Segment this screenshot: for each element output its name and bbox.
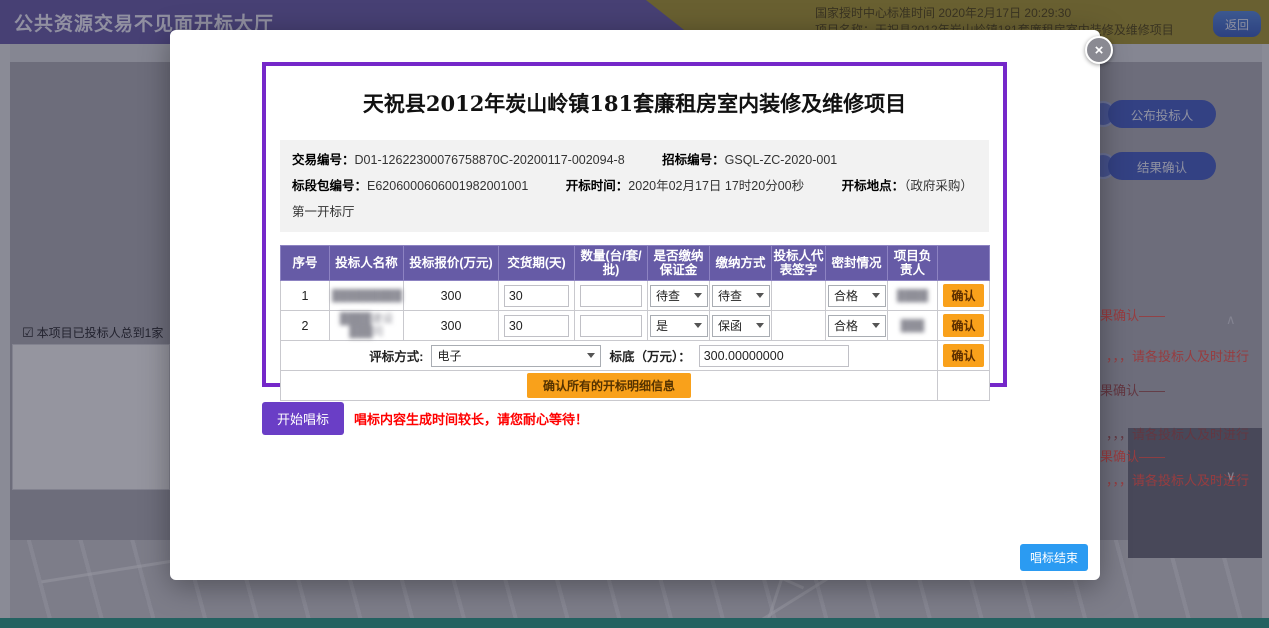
pay-method-cell: 待查: [710, 281, 772, 311]
package-no-value: E6206000606001982001001: [367, 179, 528, 193]
col-header-deposit: 是否缴纳保证金: [648, 246, 710, 281]
open-time-value: 2020年02月17日 17时20分00秒: [628, 179, 804, 193]
col-header-rep-sign: 投标人代表签字: [772, 246, 826, 281]
action-cell: 确认: [938, 281, 990, 311]
bidder-name-cell: █████████: [330, 281, 404, 311]
col-header-price: 投标报价(万元): [404, 246, 499, 281]
confirm-all-cell: 确认所有的开标明细信息: [281, 371, 938, 401]
rep-sign-cell: [772, 311, 826, 341]
open-place-label: 开标地点：: [842, 179, 905, 193]
redacted-manager-name: ███: [901, 320, 924, 333]
table-header-row: 序号 投标人名称 投标报价(万元) 交货期(天) 数量(台/套/批) 是否缴纳保…: [281, 246, 990, 281]
action-cell: [938, 371, 990, 401]
end-announce-button[interactable]: 唱标结束: [1020, 544, 1088, 571]
seal-cell: 合格: [826, 311, 888, 341]
col-header-action: [938, 246, 990, 281]
info-row: 标段包编号：E6206000606001982001001 开标时间：2020年…: [292, 173, 977, 225]
deposit-cell: 是: [648, 311, 710, 341]
eval-method-row: 评标方式: 电子 标底（万元）： 确认: [281, 341, 990, 371]
deposit-cell: 待查: [648, 281, 710, 311]
delivery-cell: [499, 311, 575, 341]
pay-method-select[interactable]: 保函: [712, 315, 770, 337]
deposit-select[interactable]: 是: [650, 315, 708, 337]
tender-no-value: GSQL-ZC-2020-001: [725, 153, 838, 167]
redacted-bidder-name: █████████: [332, 290, 402, 303]
col-header-seq: 序号: [281, 246, 330, 281]
close-icon[interactable]: ×: [1085, 36, 1113, 64]
tender-no-label: 招标编号：: [662, 153, 725, 167]
col-header-seal: 密封情况: [826, 246, 888, 281]
trade-no-value: D01-12622300076758870C-20200117-002094-8: [355, 153, 625, 167]
trade-no-label: 交易编号：: [292, 153, 355, 167]
pay-method-cell: 保函: [710, 311, 772, 341]
row-confirm-button[interactable]: 确认: [943, 314, 983, 337]
base-price-input[interactable]: [699, 345, 849, 367]
quantity-input[interactable]: [580, 285, 643, 307]
open-time-label: 开标时间：: [566, 179, 629, 193]
project-info-box: 交易编号：D01-12622300076758870C-20200117-002…: [280, 140, 989, 232]
col-header-bidder: 投标人名称: [330, 246, 404, 281]
action-cell: 确认: [938, 341, 990, 371]
package-no-label: 标段包编号：: [292, 179, 367, 193]
wait-notice-text: 唱标内容生成时间较长，请您耐心等待！: [354, 409, 588, 428]
chevron-down-icon: [872, 323, 880, 328]
bid-table: 序号 投标人名称 投标报价(万元) 交货期(天) 数量(台/套/批) 是否缴纳保…: [280, 245, 990, 401]
seal-select[interactable]: 合格: [828, 315, 886, 337]
confirm-all-row: 确认所有的开标明细信息: [281, 371, 990, 401]
manager-cell: ███: [888, 311, 938, 341]
seal-cell: 合格: [826, 281, 888, 311]
row-confirm-button[interactable]: 确认: [943, 284, 983, 307]
eval-method-label: 评标方式:: [369, 346, 423, 365]
manager-cell: ████: [888, 281, 938, 311]
confirm-all-button[interactable]: 确认所有的开标明细信息: [527, 373, 691, 398]
redacted-manager-name: ████: [897, 290, 928, 303]
bid-opening-hall-page: 公共资源交易不见面开标大厅 国家授时中心标准时间 2020年2月17日 20:2…: [0, 0, 1269, 628]
deposit-select[interactable]: 待查: [650, 285, 708, 307]
chevron-down-icon: [872, 293, 880, 298]
seq-cell: 1: [281, 281, 330, 311]
table-row: 2 ████建设███司 300 是 保函 合格 ███ 确认: [281, 311, 990, 341]
info-row: 交易编号：D01-12622300076758870C-20200117-002…: [292, 147, 977, 173]
delivery-input[interactable]: [504, 315, 569, 337]
bid-detail-box: 天祝县2012年炭山岭镇181套廉租房室内装修及维修项目 交易编号：D01-12…: [262, 62, 1007, 387]
quantity-input[interactable]: [580, 315, 643, 337]
seal-select[interactable]: 合格: [828, 285, 886, 307]
action-cell: 确认: [938, 311, 990, 341]
price-cell: 300: [404, 311, 499, 341]
redacted-bidder-name: ████建设███司: [332, 313, 401, 339]
modal-title: 天祝县2012年炭山岭镇181套廉租房室内装修及维修项目: [280, 88, 989, 118]
chevron-down-icon: [694, 293, 702, 298]
start-announce-row: 开始唱标 唱标内容生成时间较长，请您耐心等待！: [262, 402, 588, 435]
pay-method-select[interactable]: 待查: [712, 285, 770, 307]
footer-confirm-button[interactable]: 确认: [943, 344, 983, 367]
chevron-down-icon: [694, 323, 702, 328]
col-header-pay-method: 缴纳方式: [710, 246, 772, 281]
col-header-quantity: 数量(台/套/批): [575, 246, 648, 281]
seq-cell: 2: [281, 311, 330, 341]
chevron-down-icon: [587, 353, 595, 358]
chevron-down-icon: [756, 293, 764, 298]
price-cell: 300: [404, 281, 499, 311]
chevron-down-icon: [756, 323, 764, 328]
col-header-manager: 项目负责人: [888, 246, 938, 281]
base-price-label: 标底（万元）：: [609, 346, 690, 365]
delivery-input[interactable]: [504, 285, 569, 307]
col-header-delivery: 交货期(天): [499, 246, 575, 281]
rep-sign-cell: [772, 281, 826, 311]
quantity-cell: [575, 311, 648, 341]
eval-method-cell: 评标方式: 电子 标底（万元）：: [281, 341, 938, 371]
table-row: 1 █████████ 300 待查 待查 合格 ████ 确认: [281, 281, 990, 311]
bidder-name-cell: ████建设███司: [330, 311, 404, 341]
delivery-cell: [499, 281, 575, 311]
eval-method-select[interactable]: 电子: [431, 345, 601, 367]
bid-opening-modal: 天祝县2012年炭山岭镇181套廉租房室内装修及维修项目 交易编号：D01-12…: [170, 30, 1100, 580]
start-announce-button[interactable]: 开始唱标: [262, 402, 344, 435]
quantity-cell: [575, 281, 648, 311]
